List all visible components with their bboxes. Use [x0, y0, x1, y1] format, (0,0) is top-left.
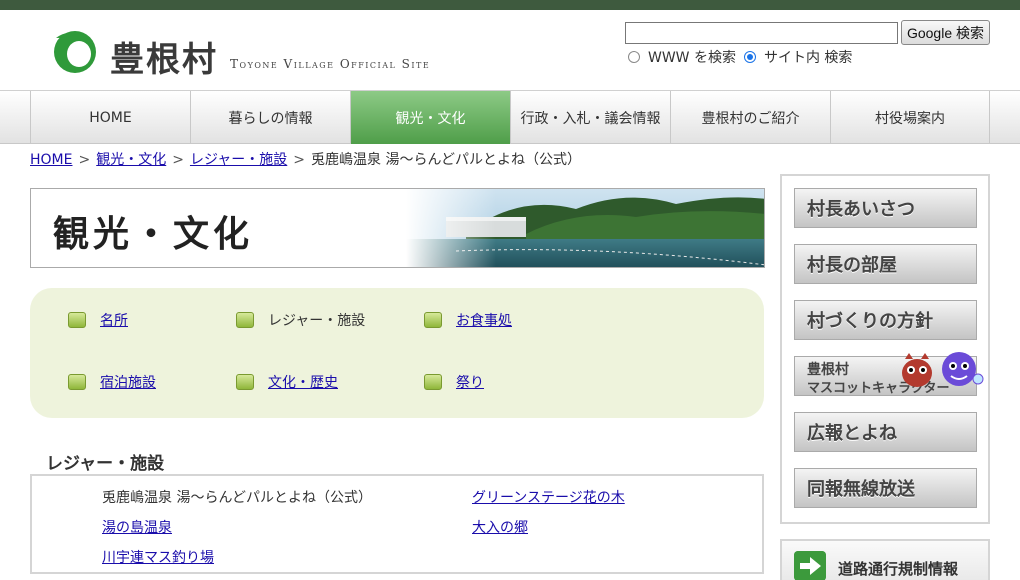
bullet-icon — [424, 312, 442, 328]
sidebar-mascot-button[interactable]: 豊根村 マスコットキャラクター — [794, 352, 984, 396]
breadcrumb-separator: > — [78, 152, 91, 168]
subnav-current-leisure: レジャー・施設 — [268, 313, 366, 329]
breadcrumb-leisure[interactable]: レジャー・施設 — [190, 152, 287, 168]
sidebar-public-relations-button[interactable]: 広報とよね — [794, 412, 977, 452]
subnav-item: レジャー・施設 — [236, 310, 365, 330]
subnav-item[interactable]: 宿泊施設 — [68, 372, 156, 392]
road-traffic-info-label: 道路通行規制情報 — [838, 560, 959, 578]
banner-title: 観光・文化 — [53, 213, 254, 255]
section-title: レジャー・施設 — [46, 454, 165, 474]
sidebar-broadcast-button[interactable]: 同報無線放送 — [794, 468, 977, 508]
subnav-link-culture-history[interactable]: 文化・歴史 — [268, 372, 338, 392]
facility-list: 兎鹿嶋温泉 湯〜らんどパルとよね（公式） グリーンステージ花の木 湯の島温泉 大… — [30, 474, 764, 574]
breadcrumb-current: 兎鹿嶋温泉 湯〜らんどパルとよね（公式） — [311, 152, 582, 168]
facility-link[interactable]: 湯の島温泉 — [102, 520, 172, 536]
list-item: 川宇連マス釣り場 — [102, 547, 214, 567]
google-search-button[interactable]: Google 検索 — [901, 20, 990, 45]
bullet-icon — [236, 374, 254, 390]
search-www-label: WWW を検索 — [648, 50, 736, 66]
subnav-item[interactable]: 文化・歴史 — [236, 372, 338, 392]
facility-link[interactable]: グリーンステージ花の木 — [472, 490, 625, 506]
facility-link[interactable]: 川宇連マス釣り場 — [102, 550, 214, 566]
subnav-item[interactable]: 名所 — [68, 310, 128, 330]
subnav-item[interactable]: お食事処 — [424, 310, 512, 330]
global-nav: HOME 暮らしの情報 観光・文化 行政・入札・議会情報 豊根村のご紹介 村役場… — [0, 90, 1020, 144]
breadcrumb-home[interactable]: HOME — [30, 152, 72, 168]
bullet-icon — [68, 374, 86, 390]
site-header: 豊根村 Toyone Village Official Site Google … — [0, 10, 1020, 90]
search-site-label: サイト内 検索 — [763, 50, 853, 66]
mascot-characters-icon — [902, 352, 984, 387]
search-scope-options: WWW を検索 サイト内 検索 — [628, 47, 860, 67]
search-site-radio[interactable] — [743, 51, 756, 63]
subnav-link-sights[interactable]: 名所 — [100, 310, 128, 330]
breadcrumb-separator: > — [172, 152, 184, 168]
road-traffic-info-button[interactable]: 道路通行規制情報 — [780, 539, 990, 580]
list-item: グリーンステージ花の木 — [472, 487, 625, 507]
dam-lake-photo — [406, 189, 764, 267]
sidebar-mayor-greeting-button[interactable]: 村長あいさつ — [794, 188, 977, 228]
bullet-icon — [68, 312, 86, 328]
village-logo-icon[interactable] — [52, 30, 98, 74]
breadcrumb-separator: > — [293, 152, 305, 168]
nav-tourism-culture[interactable]: 観光・文化 — [350, 91, 510, 144]
subnav-link-dining[interactable]: お食事処 — [456, 310, 512, 330]
category-banner: 観光・文化 — [30, 188, 765, 268]
breadcrumb: HOME > 観光・文化 > レジャー・施設 > 兎鹿嶋温泉 湯〜らんどパルとよね（公式） — [30, 149, 581, 169]
site-subtitle: Toyone Village Official Site — [230, 57, 431, 71]
sidebar-mayor-room-button[interactable]: 村長の部屋 — [794, 244, 977, 284]
breadcrumb-tourism[interactable]: 観光・文化 — [96, 152, 166, 168]
top-bar — [0, 0, 1020, 10]
subnav-link-festivals[interactable]: 祭り — [456, 372, 484, 392]
nav-administration[interactable]: 行政・入札・議会情報 — [510, 91, 670, 144]
bullet-icon — [424, 374, 442, 390]
arrow-right-icon — [794, 551, 826, 580]
facility-link[interactable]: 大入の郷 — [472, 520, 528, 536]
bullet-icon — [236, 312, 254, 328]
sidebar: 村長あいさつ 村長の部屋 村づくりの方針 豊根村 マスコットキャラクター 広報と… — [780, 174, 990, 524]
category-subnav: 名所 レジャー・施設 お食事処 宿泊施設 文化・歴史 祭り — [30, 288, 764, 418]
list-item: 湯の島温泉 — [102, 517, 172, 537]
nav-living[interactable]: 暮らしの情報 — [190, 91, 350, 144]
list-item-current: 兎鹿嶋温泉 湯〜らんどパルとよね（公式） — [102, 490, 373, 506]
search-www-radio[interactable] — [628, 51, 640, 63]
nav-home[interactable]: HOME — [30, 91, 190, 144]
mascot-label-village: 豊根村 — [807, 362, 849, 378]
site-title[interactable]: 豊根村 — [110, 32, 218, 81]
list-item: 大入の郷 — [472, 517, 528, 537]
nav-village-office[interactable]: 村役場案内 — [830, 91, 990, 144]
nav-about-village[interactable]: 豊根村のご紹介 — [670, 91, 830, 144]
search-input[interactable] — [625, 22, 898, 44]
subnav-link-lodging[interactable]: 宿泊施設 — [100, 372, 156, 392]
subnav-item[interactable]: 祭り — [424, 372, 484, 392]
sidebar-village-policy-button[interactable]: 村づくりの方針 — [794, 300, 977, 340]
